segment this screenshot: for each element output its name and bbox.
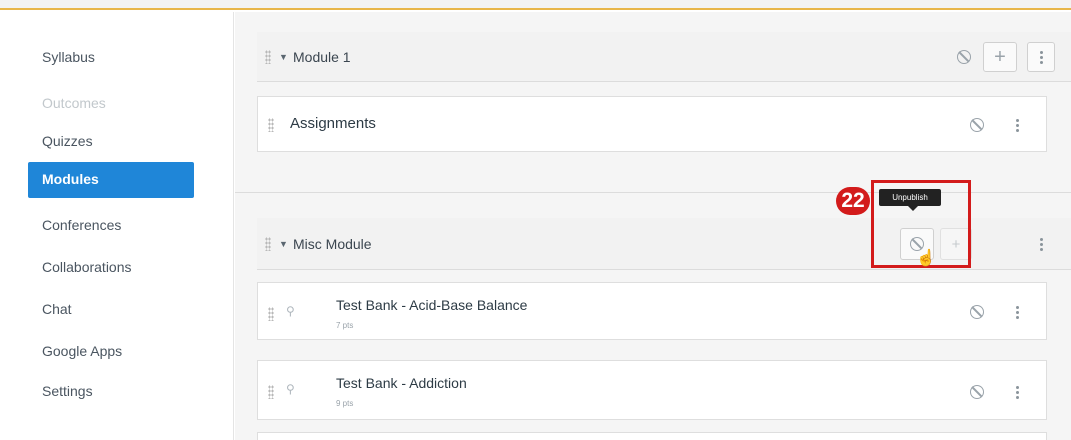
sidebar-item-chat[interactable]: Chat	[28, 292, 194, 328]
drag-handle-icon[interactable]	[268, 118, 274, 132]
quiz-icon: ⚲	[286, 382, 295, 396]
kebab-icon	[1015, 305, 1019, 319]
module-item-partial	[257, 432, 1047, 440]
item-options-button[interactable]	[1006, 381, 1028, 403]
unpublish-icon[interactable]	[966, 114, 988, 136]
module-item[interactable]: Assignments	[257, 96, 1047, 152]
sidebar-item-google-apps[interactable]: Google Apps	[28, 334, 194, 370]
add-item-button[interactable]: +	[983, 42, 1017, 72]
module-header[interactable]: ▼ Module 1 +	[257, 32, 1071, 82]
top-border-strip	[0, 0, 1071, 10]
item-points: 7 pts	[336, 321, 354, 330]
item-title[interactable]: Test Bank - Acid-Base Balance	[336, 297, 527, 313]
sidebar-item-modules[interactable]: Modules	[28, 162, 194, 198]
sidebar-item-outcomes[interactable]: Outcomes	[28, 86, 194, 122]
kebab-icon	[1039, 50, 1043, 64]
caret-down-icon[interactable]: ▼	[279, 52, 288, 62]
hand-cursor-icon: ☝	[916, 250, 936, 267]
item-points: 9 pts	[336, 399, 354, 408]
item-options-button[interactable]	[1006, 114, 1028, 136]
kebab-icon	[1039, 237, 1043, 251]
module-options-button[interactable]	[1027, 42, 1055, 72]
item-title[interactable]: Test Bank - Addiction	[336, 375, 467, 391]
quiz-icon: ⚲	[286, 304, 295, 318]
sidebar-item-quizzes[interactable]: Quizzes	[28, 124, 194, 160]
sidebar-item-syllabus[interactable]: Syllabus	[28, 40, 194, 76]
module-item[interactable]: ⚲ Test Bank - Addiction 9 pts	[257, 360, 1047, 420]
module-title: Misc Module	[293, 236, 372, 252]
drag-handle-icon[interactable]	[268, 307, 274, 321]
module-options-button[interactable]	[1027, 230, 1055, 258]
sidebar-item-conferences[interactable]: Conferences	[28, 208, 194, 244]
caret-down-icon[interactable]: ▼	[279, 239, 288, 249]
unpublish-icon[interactable]	[966, 381, 988, 403]
item-options-button[interactable]	[1006, 301, 1028, 323]
drag-handle-icon[interactable]	[265, 50, 271, 64]
unpublish-tooltip: Unpublish	[879, 189, 941, 211]
sidebar-item-collaborations[interactable]: Collaborations	[28, 250, 194, 286]
unpublish-icon[interactable]	[953, 46, 975, 68]
step-number-badge: 22	[836, 187, 870, 215]
item-title[interactable]: Assignments	[290, 115, 376, 132]
course-nav-sidebar: Syllabus Outcomes Quizzes Modules Confer…	[0, 12, 234, 440]
drag-handle-icon[interactable]	[268, 385, 274, 399]
sidebar-item-settings[interactable]: Settings	[28, 374, 194, 410]
module-title: Module 1	[293, 49, 351, 65]
drag-handle-icon[interactable]	[265, 237, 271, 251]
unpublish-icon[interactable]	[966, 301, 988, 323]
module-item[interactable]: ⚲ Test Bank - Acid-Base Balance 7 pts	[257, 282, 1047, 340]
kebab-icon	[1015, 385, 1019, 399]
kebab-icon	[1015, 118, 1019, 132]
